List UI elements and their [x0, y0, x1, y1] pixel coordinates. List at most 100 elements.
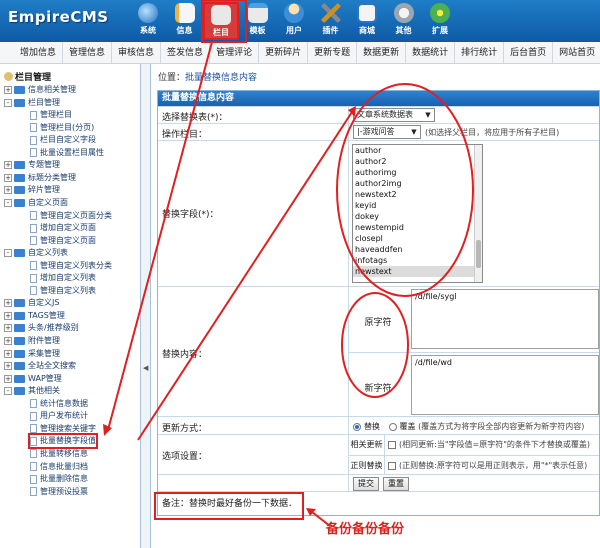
menu-item[interactable]: 更新碎片: [259, 42, 309, 63]
expand-icon[interactable]: +: [4, 324, 12, 333]
new-textarea[interactable]: /d/file/wd: [411, 355, 599, 415]
breadcrumb-link[interactable]: 批量替换信息内容: [185, 73, 257, 83]
collapse-icon[interactable]: -: [4, 198, 12, 207]
menu-item[interactable]: 签发信息: [161, 42, 211, 63]
field-option[interactable]: newstempid: [353, 222, 482, 233]
collapse-icon[interactable]: -: [4, 387, 12, 396]
nav-shop-button[interactable]: 商城: [349, 2, 385, 40]
sidebar-item[interactable]: 管理预设投票: [30, 486, 88, 498]
sidebar-item[interactable]: 栏目自定义字段: [30, 134, 96, 146]
sidebar-item[interactable]: 批量删除信息: [30, 473, 88, 485]
field-option[interactable]: closepl: [353, 233, 482, 244]
sidebar-item-label: 批量转移信息: [40, 448, 88, 458]
collapse-icon[interactable]: -: [4, 249, 12, 258]
menu-item[interactable]: 增加信息: [0, 42, 64, 63]
column-select[interactable]: |-游戏问答 ▼: [353, 125, 421, 139]
field-option[interactable]: haveaddfen: [353, 244, 482, 255]
sidebar-item[interactable]: + 头条/推荐级别: [4, 322, 79, 334]
field-option[interactable]: newstext: [353, 266, 482, 277]
field-option[interactable]: authorimg: [353, 167, 482, 178]
field-option[interactable]: keyid: [353, 200, 482, 211]
sidebar-item[interactable]: + 自定义JS: [4, 297, 59, 309]
sidebar-item[interactable]: - 自定义列表: [4, 247, 68, 259]
nav-plus-button[interactable]: 扩展: [422, 2, 458, 40]
expand-icon[interactable]: +: [4, 186, 12, 195]
collapse-icon[interactable]: -: [4, 98, 12, 107]
expand-icon[interactable]: +: [4, 299, 12, 308]
menu-item[interactable]: 网站首页: [553, 42, 600, 63]
menu-item[interactable]: 管理评论: [210, 42, 260, 63]
sidebar-item[interactable]: 管理自定义页面: [30, 235, 96, 247]
sidebar-item[interactable]: 管理自定义列表分类: [30, 260, 112, 272]
tree-root[interactable]: 栏目管理: [4, 70, 51, 83]
original-textarea[interactable]: /d/file/sygl: [411, 289, 599, 349]
field-listbox[interactable]: author author2 authorimg author2img newstext…: [352, 144, 483, 283]
listbox-scrollbar[interactable]: [474, 145, 482, 282]
nav-gear-button[interactable]: 其他: [386, 2, 422, 40]
menu-item[interactable]: 数据统计: [406, 42, 456, 63]
sidebar-item[interactable]: + 专题管理: [4, 159, 60, 171]
sidebar-item[interactable]: 批量转移信息: [30, 448, 88, 460]
expand-icon[interactable]: +: [4, 349, 12, 358]
sidebar-item[interactable]: 批量设置栏目属性: [30, 147, 104, 159]
menu-item[interactable]: 排行统计: [455, 42, 505, 63]
nav-folder-button[interactable]: 栏目: [203, 2, 239, 40]
sidebar-item[interactable]: + 全站全文搜索: [4, 360, 76, 372]
sidebar-item[interactable]: + TAGS管理: [4, 310, 65, 322]
option-related-checkbox[interactable]: [388, 440, 396, 449]
field-option[interactable]: author2img: [353, 178, 482, 189]
nav-globe-button[interactable]: 系统: [130, 2, 166, 40]
field-option[interactable]: infotags: [353, 255, 482, 266]
field-option[interactable]: author: [353, 145, 482, 156]
mode-replace-radio[interactable]: [353, 422, 361, 431]
sidebar-item[interactable]: 增加自定义页面: [30, 222, 96, 234]
sidebar-item[interactable]: + 标题分类管理: [4, 172, 76, 184]
sidebar-item[interactable]: + 采集管理: [4, 348, 60, 360]
sidebar-item[interactable]: 管理自定义页面分类: [30, 210, 112, 222]
sidebar-item[interactable]: 管理栏目(分页): [30, 122, 94, 134]
expand-icon[interactable]: +: [4, 173, 12, 182]
sidebar-item[interactable]: 统计信息数据: [30, 398, 88, 410]
nav-tools-button[interactable]: 插件: [313, 2, 349, 40]
field-option[interactable]: newstext2: [353, 189, 482, 200]
menu-item[interactable]: 更新专题: [308, 42, 358, 63]
collapse-arrow-icon[interactable]: ◀: [143, 364, 148, 372]
menu-item[interactable]: 管理信息: [63, 42, 113, 63]
menu-item[interactable]: 后台首页: [504, 42, 554, 63]
sidebar-item[interactable]: 用户发布统计: [30, 410, 88, 422]
table-select[interactable]: 文章系统数据表 ▼: [353, 108, 435, 122]
nav-template-button[interactable]: 模板: [240, 2, 276, 40]
nav-user-button[interactable]: 用户: [276, 2, 312, 40]
nav-document-button[interactable]: 信息: [167, 2, 203, 40]
expand-icon[interactable]: +: [4, 362, 12, 371]
sidebar-item[interactable]: - 其他相关: [4, 385, 60, 397]
empirecms-logo[interactable]: EmpireCMS: [8, 8, 109, 26]
sidebar-item[interactable]: 增加自定义列表: [30, 272, 96, 284]
expand-icon[interactable]: +: [4, 311, 12, 320]
sidebar-item[interactable]: - 自定义页面: [4, 197, 68, 209]
sidebar-item[interactable]: 信息批量归档: [30, 461, 88, 473]
expand-icon[interactable]: +: [4, 374, 12, 383]
reset-button[interactable]: 重置: [383, 477, 409, 491]
sidebar-item[interactable]: 管理自定义列表: [30, 285, 96, 297]
sidebar-item[interactable]: + 碎片管理: [4, 184, 60, 196]
option-regex-checkbox[interactable]: [388, 461, 396, 470]
sidebar-item[interactable]: + 附件管理: [4, 335, 60, 347]
sidebar-splitter[interactable]: ◀: [141, 64, 151, 548]
menu-item[interactable]: 数据更新: [357, 42, 407, 63]
sidebar-item[interactable]: - 栏目管理: [4, 97, 60, 109]
mode-overwrite-radio[interactable]: [388, 422, 397, 431]
submit-button[interactable]: 提交: [353, 477, 379, 491]
field-option[interactable]: author2: [353, 156, 482, 167]
sidebar-item[interactable]: 管理搜索关键字: [30, 423, 96, 435]
expand-icon[interactable]: +: [4, 337, 12, 345]
sidebar-item[interactable]: + WAP管理: [4, 373, 62, 385]
expand-icon[interactable]: +: [4, 161, 12, 170]
sidebar-item[interactable]: 批量替换字段值: [28, 433, 98, 450]
menu-item[interactable]: 审核信息: [112, 42, 162, 63]
sidebar-item[interactable]: + 信息相关管理: [4, 84, 76, 96]
field-option[interactable]: dokey: [353, 211, 482, 222]
sidebar-item[interactable]: 管理栏目: [30, 109, 72, 121]
expand-icon[interactable]: +: [4, 86, 12, 94]
scrollbar-thumb[interactable]: [476, 240, 481, 268]
